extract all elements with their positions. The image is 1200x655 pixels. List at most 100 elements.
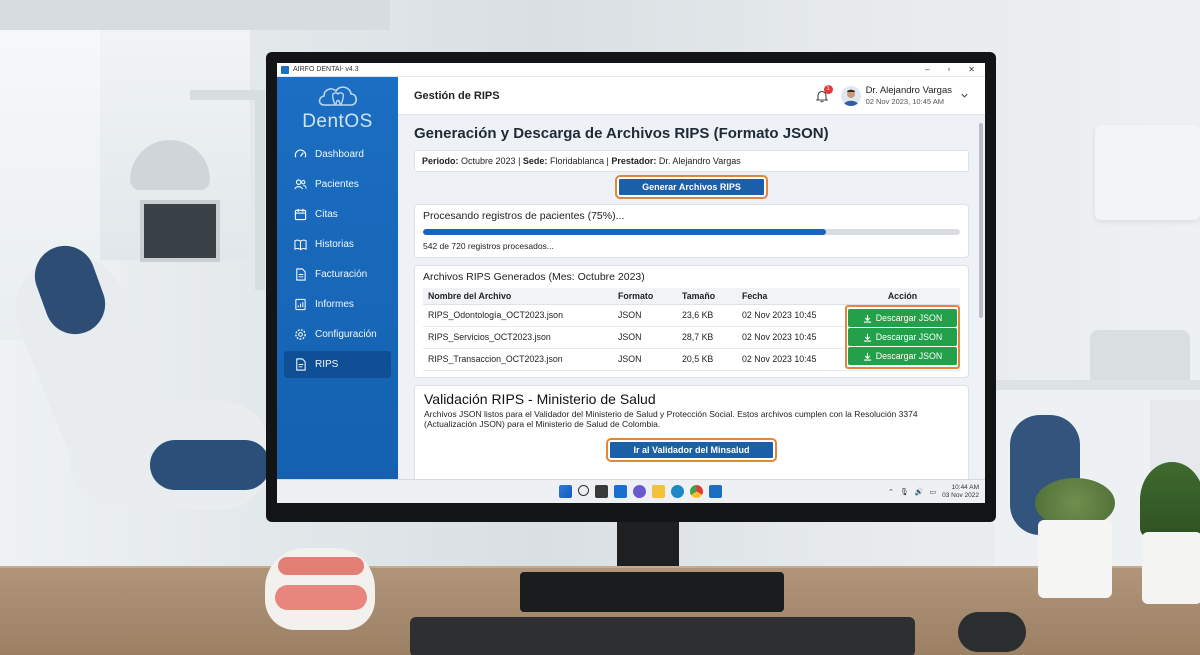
system-tray: ⌃ 🎙 🔊 ▭ 10:44 AM 03 Nov 2022 bbox=[888, 484, 979, 500]
sede-value: Floridablanca bbox=[549, 156, 604, 166]
gear-icon bbox=[293, 328, 307, 342]
header-right: 1 Dr. Alejandro Vargas 02 Nov 2023, 10:4… bbox=[815, 84, 969, 106]
progress-detail: 542 de 720 registros procesados... bbox=[423, 241, 554, 251]
plant-aloe bbox=[1140, 462, 1200, 538]
sede-label: Sede: bbox=[522, 156, 548, 166]
files-card: Archivos RIPS Generados (Mes: Octubre 20… bbox=[414, 265, 969, 378]
download-icon bbox=[863, 333, 871, 342]
file-name: RIPS_Transaccion_OCT2023.json bbox=[423, 348, 613, 371]
page-title: Gestión de RIPS bbox=[414, 89, 500, 102]
column-header: Tamaño bbox=[677, 288, 737, 305]
gauge-icon bbox=[293, 148, 307, 162]
mouse bbox=[958, 612, 1026, 652]
file-format: JSON bbox=[613, 304, 677, 327]
go-to-validator-button[interactable]: Ir al Validador del Minsalud bbox=[606, 437, 777, 462]
window-titlebar: AIRFO DENTAl- v4.3 – ▫ ✕ bbox=[277, 63, 985, 77]
dental-chair-cushion bbox=[150, 440, 270, 490]
sidebar-item-label: Dashboard bbox=[315, 149, 364, 160]
sidebar-nav: Dashboard Pacientes Citas Historias Fact… bbox=[277, 141, 398, 378]
calendar-icon bbox=[293, 208, 307, 222]
sidebar-item-pacientes[interactable]: Pacientes bbox=[284, 171, 391, 198]
document-icon bbox=[293, 268, 307, 282]
validation-text: Archivos JSON listos para el Validador d… bbox=[424, 408, 918, 429]
sidebar-item-label: Historias bbox=[315, 239, 354, 250]
file-size: 28,7 KB bbox=[677, 326, 737, 349]
download-json-button[interactable]: Descargar JSON bbox=[848, 328, 957, 346]
sidebar-item-rips[interactable]: RIPS bbox=[284, 351, 391, 378]
download-label: Descargar JSON bbox=[875, 313, 943, 323]
window-title: AIRFO DENTAl- v4.3 bbox=[293, 66, 359, 73]
file-date: 02 Nov 2023 10:45 bbox=[737, 304, 845, 327]
volume-icon[interactable]: 🔊 bbox=[915, 488, 924, 496]
avatar[interactable] bbox=[840, 85, 861, 106]
windows-start-icon[interactable] bbox=[559, 485, 572, 498]
battery-icon[interactable]: ▭ bbox=[930, 488, 937, 496]
book-icon bbox=[293, 238, 307, 252]
sidebar-item-facturacion[interactable]: Facturación bbox=[284, 261, 391, 288]
taskbar-clock[interactable]: 10:44 AM 03 Nov 2022 bbox=[942, 484, 979, 500]
chat-icon[interactable] bbox=[633, 485, 646, 498]
wall-dispenser bbox=[1095, 125, 1200, 220]
download-json-button[interactable]: Descargar JSON bbox=[848, 309, 957, 327]
close-icon[interactable]: ✕ bbox=[968, 65, 975, 74]
notifications-button[interactable]: 1 bbox=[815, 84, 833, 103]
download-buttons-group: Descargar JSON Descargar JSON Descargar … bbox=[845, 305, 960, 369]
chrome-browser-icon[interactable] bbox=[690, 485, 703, 498]
periodo-label: Periodo: bbox=[422, 156, 459, 166]
download-label: Descargar JSON bbox=[875, 351, 943, 361]
download-json-button[interactable]: Descargar JSON bbox=[848, 347, 957, 365]
file-size: 23,6 KB bbox=[677, 304, 737, 327]
taskbar-icons bbox=[559, 485, 722, 498]
plant-pot-2 bbox=[1142, 532, 1200, 604]
user-info[interactable]: Dr. Alejandro Vargas 02 Nov 2023, 10:45 … bbox=[866, 85, 952, 106]
file-date: 02 Nov 2023 10:45 bbox=[737, 348, 845, 371]
lamp-arm bbox=[190, 90, 260, 100]
scrollbar[interactable] bbox=[979, 123, 983, 318]
app: DentOS Dashboard Pacientes Citas Histori… bbox=[277, 77, 985, 479]
prestador-value: Dr. Alejandro Vargas bbox=[658, 156, 741, 166]
users-icon bbox=[293, 178, 307, 192]
monitor: AIRFO DENTAl- v4.3 – ▫ ✕ DentOS Dashboar… bbox=[266, 52, 996, 522]
task-view-icon[interactable] bbox=[595, 485, 608, 498]
sidebar-item-configuracion[interactable]: Configuración bbox=[284, 321, 391, 348]
main-panel: Gestión de RIPS 1 Dr. Alejandro Vargas 0… bbox=[398, 77, 985, 479]
taskbar-time: 10:44 AM bbox=[951, 484, 979, 491]
file-name: RIPS_Servicios_OCT2023.json bbox=[423, 326, 613, 349]
search-icon[interactable] bbox=[578, 485, 589, 496]
background-blind bbox=[0, 0, 390, 30]
maximize-icon[interactable]: ▫ bbox=[947, 65, 950, 74]
app-icon bbox=[281, 65, 289, 74]
progress-bar bbox=[423, 229, 960, 235]
download-label: Descargar JSON bbox=[875, 332, 943, 342]
widgets-icon[interactable] bbox=[614, 485, 627, 498]
chevron-up-icon[interactable]: ⌃ bbox=[888, 488, 894, 496]
sidebar-item-historias[interactable]: Historias bbox=[284, 231, 391, 258]
sidebar-item-citas[interactable]: Citas bbox=[284, 201, 391, 228]
generate-rips-button[interactable]: Generar Archivos RIPS bbox=[615, 175, 768, 199]
table-header-row: Nombre del Archivo Formato Tamaño Fecha … bbox=[423, 288, 960, 305]
column-header: Acción bbox=[845, 288, 960, 305]
sidebar-item-label: Configuración bbox=[315, 329, 377, 340]
content: Generación y Descarga de Archivos RIPS (… bbox=[398, 115, 985, 479]
file-name: RIPS_Odontología_OCT2023.json bbox=[423, 304, 613, 327]
files-table: Nombre del Archivo Formato Tamaño Fecha … bbox=[423, 288, 960, 371]
download-icon bbox=[863, 314, 871, 323]
sidebar-item-dashboard[interactable]: Dashboard bbox=[284, 141, 391, 168]
file-format: JSON bbox=[613, 348, 677, 371]
dentos-app-icon[interactable] bbox=[709, 485, 722, 498]
progress-fill bbox=[423, 229, 826, 235]
minimize-icon[interactable]: – bbox=[925, 65, 929, 74]
main-heading: Generación y Descarga de Archivos RIPS (… bbox=[414, 125, 829, 142]
filter-info-bar: Periodo: Octubre 2023 | Sede: Floridabla… bbox=[414, 150, 969, 172]
chevron-down-icon[interactable] bbox=[960, 91, 969, 100]
microphone-icon[interactable]: 🎙 bbox=[900, 488, 909, 496]
table-row: RIPS_Odontología_OCT2023.json JSON 23,6 … bbox=[423, 304, 960, 371]
user-avatar-icon bbox=[842, 89, 859, 106]
periodo-value: Octubre 2023 bbox=[461, 156, 516, 166]
edge-browser-icon[interactable] bbox=[671, 485, 684, 498]
sidebar-item-informes[interactable]: Informes bbox=[284, 291, 391, 318]
dental-model-upper-gum bbox=[278, 557, 364, 575]
validation-title: Validación RIPS - Ministerio de Salud bbox=[424, 390, 656, 407]
generate-button-wrap: Generar Archivos RIPS bbox=[414, 175, 969, 199]
file-explorer-icon[interactable] bbox=[652, 485, 665, 498]
